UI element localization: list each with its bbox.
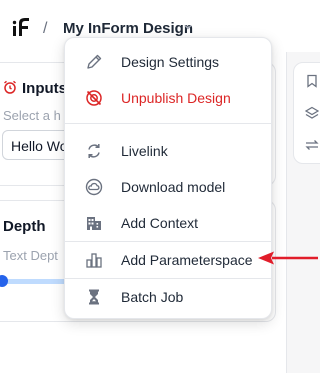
chevron-down-icon[interactable] <box>183 22 193 32</box>
menu-divider <box>65 123 271 124</box>
layers-icon[interactable] <box>305 106 319 120</box>
alarm-clock-icon <box>4 80 16 94</box>
menu-item-label: Livelink <box>121 143 168 159</box>
inputs-title: Inputs <box>22 80 67 97</box>
broadcast-off-icon <box>86 90 102 106</box>
pencil-icon <box>87 54 102 69</box>
buildings-icon <box>87 217 101 230</box>
menu-item-label: Download model <box>121 179 226 195</box>
cloud-download-icon <box>85 178 103 196</box>
design-title-dropdown[interactable]: My InForm Design <box>63 20 193 37</box>
menu-item-label: Design Settings <box>121 54 220 70</box>
menu-item-design-settings[interactable]: Design Settings <box>65 44 271 80</box>
depth-hint: Text Dept <box>3 248 58 263</box>
depth-title: Depth <box>3 218 46 235</box>
swap-arrows-icon[interactable] <box>305 138 319 152</box>
menu-item-download-model[interactable]: Download model <box>65 169 271 205</box>
menu-item-label: Batch Job <box>121 289 184 305</box>
breadcrumb-separator: / <box>43 20 48 37</box>
design-options-menu: Design Settings Unpublish Design Livelin… <box>64 37 272 319</box>
bookmark-icon[interactable] <box>305 74 319 88</box>
menu-item-label: Unpublish Design <box>121 90 231 106</box>
menu-item-batch-job[interactable]: Batch Job <box>65 279 271 315</box>
inform-logo-icon[interactable] <box>12 17 32 37</box>
bar-chart-icon <box>86 253 102 268</box>
menu-item-add-context[interactable]: Add Context <box>65 205 271 241</box>
inputs-hint: Select a h <box>3 108 61 123</box>
menu-item-livelink[interactable]: Livelink <box>65 133 271 169</box>
hourglass-icon <box>89 289 99 305</box>
menu-item-unpublish-design[interactable]: Unpublish Design <box>65 80 271 116</box>
menu-item-label: Add Context <box>121 215 199 231</box>
menu-item-label: Add Parameterspace <box>121 252 253 268</box>
sync-arrows-icon <box>88 144 100 158</box>
annotation-arrow-icon <box>258 251 318 265</box>
menu-item-add-parameterspace[interactable]: Add Parameterspace <box>65 242 271 278</box>
